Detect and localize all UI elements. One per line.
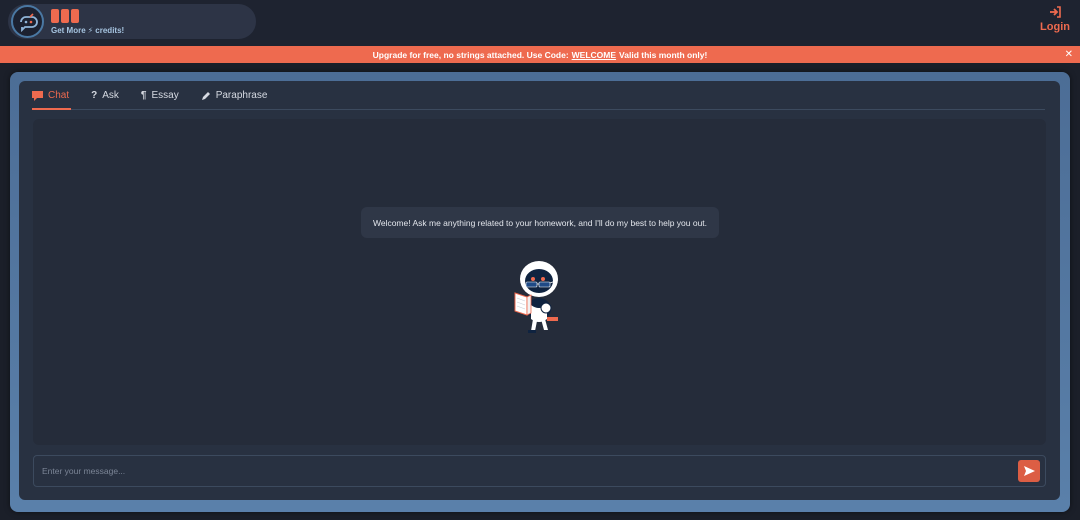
chat-messages-area: Welcome! Ask me anything related to your… — [33, 119, 1046, 445]
chat-panel: Chat ? Ask ¶ Essay Paraphrase Welcome! A… — [19, 81, 1060, 500]
login-label: Login — [1040, 21, 1070, 33]
tab-label: Paraphrase — [215, 90, 268, 101]
message-input-container — [33, 455, 1046, 487]
tab-label: Ask — [102, 90, 119, 101]
mode-tabs: Chat ? Ask ¶ Essay Paraphrase — [32, 81, 1045, 110]
promo-code[interactable]: WELCOME — [572, 50, 616, 60]
tab-chat[interactable]: Chat — [32, 90, 72, 110]
tab-ask[interactable]: ? Ask — [91, 90, 119, 109]
paragraph-icon: ¶ — [140, 89, 147, 101]
send-icon — [1023, 466, 1035, 476]
login-icon — [1049, 6, 1061, 18]
tab-label: Essay — [151, 90, 179, 101]
welcome-message: Welcome! Ask me anything related to your… — [361, 207, 719, 238]
tab-paraphrase[interactable]: Paraphrase — [201, 90, 268, 109]
banner-text: Upgrade for free, no strings attached. U… — [372, 49, 569, 60]
lightning-icon: ⚡ — [87, 26, 94, 35]
get-more-prefix: Get More — [51, 26, 86, 35]
logo-icon[interactable] — [11, 5, 44, 38]
tab-essay[interactable]: ¶ Essay — [141, 90, 179, 109]
credit-block — [71, 9, 79, 23]
banner-text-after: Valid this month only! — [619, 49, 708, 60]
chat-bubble-icon — [32, 90, 43, 101]
tab-label: Chat — [48, 90, 70, 101]
credits-indicator — [51, 9, 124, 23]
mascot-robot-reading-icon — [514, 261, 559, 333]
login-button[interactable]: Login — [1040, 6, 1070, 33]
send-button[interactable] — [1018, 460, 1040, 482]
get-more-credits-link[interactable]: Get More ⚡ credits! — [51, 26, 124, 35]
promo-banner: Upgrade for free, no strings attached. U… — [0, 46, 1080, 63]
top-header: Get More ⚡ credits! Login — [0, 0, 1080, 46]
close-icon[interactable]: ✕ — [1065, 48, 1073, 61]
credit-block — [51, 9, 59, 23]
brand-credits-pill[interactable]: Get More ⚡ credits! — [8, 4, 256, 39]
credit-block — [61, 9, 69, 23]
get-more-suffix: credits! — [95, 26, 125, 35]
question-icon: ? — [91, 89, 98, 101]
pencil-icon — [201, 91, 211, 101]
main-frame: Chat ? Ask ¶ Essay Paraphrase Welcome! A… — [10, 72, 1070, 512]
message-input[interactable] — [34, 456, 1004, 486]
